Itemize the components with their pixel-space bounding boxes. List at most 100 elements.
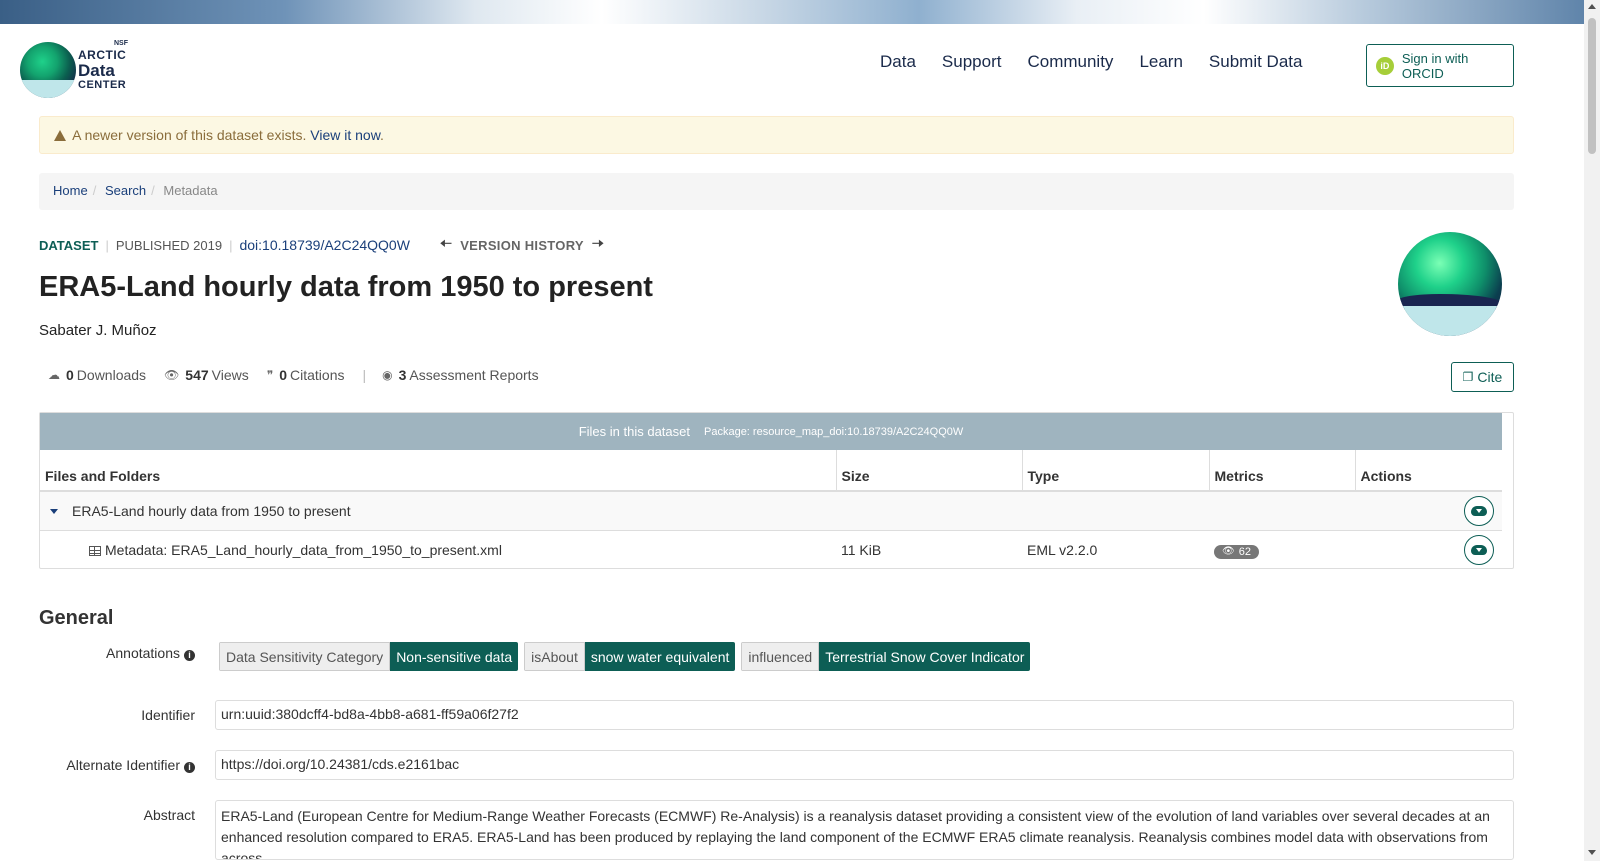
abstract-text: ERA5-Land (European Centre for Medium-Ra…	[215, 800, 1514, 860]
files-heading: Files in this dataset	[578, 424, 690, 439]
file-views-badge: 👁 62	[1214, 544, 1259, 559]
cite-button-label: Cite	[1477, 369, 1503, 385]
doi-link[interactable]: doi:10.18739/A2C24QQ0W	[239, 237, 409, 253]
previous-version-icon[interactable]: 🠠	[440, 233, 452, 257]
column-type: Type	[1022, 450, 1210, 492]
version-history: 🠠 VERSION HISTORY 🠢	[432, 233, 612, 257]
downloads-label: Downloads	[76, 367, 147, 383]
alternate-identifier-label: Alternate Identifier i	[66, 757, 195, 773]
breadcrumb-search[interactable]: Search	[105, 183, 146, 198]
views-count: 547	[185, 367, 209, 383]
nav-submit-data[interactable]: Submit Data	[1209, 52, 1303, 72]
dataset-title: ERA5-Land hourly data from 1950 to prese…	[39, 271, 653, 303]
quote-icon: ❞	[266, 368, 274, 382]
annotations-list: Data Sensitivity Category Non-sensitive …	[219, 642, 1036, 671]
dataset-badge-icon	[1398, 232, 1502, 336]
logo-emblem-icon	[20, 42, 76, 98]
annotation-pill[interactable]: Data Sensitivity Category Non-sensitive …	[219, 642, 519, 671]
scroll-up-icon[interactable]	[1588, 4, 1596, 9]
download-file-button[interactable]	[1464, 534, 1494, 565]
nav-community[interactable]: Community	[1027, 52, 1113, 72]
file-row[interactable]: Metadata: ERA5_Land_hourly_data_from_195…	[40, 529, 1502, 569]
nav-data[interactable]: Data	[880, 52, 916, 72]
column-actions: Actions	[1355, 450, 1502, 492]
alert-period: .	[380, 127, 384, 143]
package-id: Package: resource_map_doi:10.18739/A2C24…	[704, 425, 964, 438]
assessment-reports-metric[interactable]: ◉ 3 Assessment Reports	[382, 367, 538, 383]
dataset-meta-line: DATASET | PUBLISHED 2019 | doi:10.18739/…	[39, 233, 612, 257]
column-metrics: Metrics	[1209, 450, 1356, 492]
info-icon[interactable]: i	[184, 762, 195, 773]
annotations-label-text: Annotations	[106, 645, 180, 661]
annotation-key[interactable]: Data Sensitivity Category	[219, 642, 391, 671]
alternate-identifier-value: https://doi.org/10.24381/cds.e2161bac	[215, 750, 1514, 780]
downloads-metric[interactable]: ☁ 0 Downloads	[48, 367, 146, 383]
file-name[interactable]: Metadata: ERA5_Land_hourly_data_from_195…	[105, 542, 502, 558]
citations-metric[interactable]: ❞ 0 Citations	[267, 367, 345, 383]
annotation-pill[interactable]: isAbout snow water equivalent	[524, 642, 736, 671]
breadcrumb: Home / Search / Metadata	[39, 173, 1514, 210]
nav-learn[interactable]: Learn	[1139, 52, 1182, 72]
next-version-icon[interactable]: 🠢	[592, 233, 604, 257]
site-header: NSF ARCTIC Data CENTER Data Support Comm…	[0, 24, 1584, 110]
annotation-value[interactable]: Terrestrial Snow Cover Indicator	[819, 642, 1031, 671]
annotation-value[interactable]: Non-sensitive data	[390, 642, 519, 671]
folder-name: ERA5-Land hourly data from 1950 to prese…	[72, 502, 351, 519]
scrollbar-thumb[interactable]	[1588, 18, 1596, 154]
file-views-count: 62	[1238, 545, 1251, 558]
header-banner-image	[0, 0, 1584, 24]
breadcrumb-current: Metadata	[163, 183, 218, 198]
files-table: Files and Folders Size Type Metrics Acti…	[40, 450, 1502, 569]
annotations-label: Annotations i	[106, 645, 195, 661]
alternate-identifier-label-text: Alternate Identifier	[66, 757, 180, 773]
page-scrollbar[interactable]	[1584, 0, 1600, 861]
column-files-and-folders: Files and Folders	[40, 450, 837, 492]
views-label: Views	[211, 367, 249, 383]
downloads-count: 0	[66, 367, 74, 383]
logo-line-2: Data	[78, 61, 115, 80]
nav-support[interactable]: Support	[942, 52, 1002, 72]
copy-icon: ❐	[1462, 370, 1474, 384]
logo-line-3: CENTER	[78, 79, 127, 91]
folder-row[interactable]: ERA5-Land hourly data from 1950 to prese…	[40, 490, 1502, 530]
file-type: EML v2.2.0	[1022, 529, 1209, 569]
view-newer-version-link[interactable]: View it now	[310, 127, 380, 143]
identifier-value: urn:uuid:380dcff4-bd8a-4bb8-a681-ff59a06…	[215, 700, 1514, 730]
newer-version-alert: A newer version of this dataset exists. …	[39, 116, 1514, 154]
sign-in-orcid-button[interactable]: iD Sign in with ORCID	[1366, 44, 1514, 87]
breadcrumb-home[interactable]: Home	[53, 183, 88, 198]
eye-icon: 👁	[164, 368, 180, 382]
dataset-metrics: ☁ 0 Downloads 👁 547 Views ❞ 0 Citations | ◉ 3 As…	[48, 367, 539, 383]
cloud-download-icon	[1471, 505, 1487, 516]
logo-nsf-text: NSF	[114, 40, 128, 47]
published-year: PUBLISHED 2019	[115, 237, 223, 253]
arctic-data-center-logo[interactable]: NSF ARCTIC Data CENTER	[18, 38, 130, 100]
annotation-key[interactable]: influenced	[741, 642, 820, 671]
citations-label: Citations	[290, 367, 345, 383]
alert-text: A newer version of this dataset exists.	[72, 127, 307, 143]
orcid-icon: iD	[1376, 56, 1394, 75]
main-nav: Data Support Community Learn Submit Data	[880, 52, 1328, 72]
dashboard-icon: ◉	[382, 368, 393, 382]
info-icon[interactable]: i	[184, 650, 195, 661]
annotation-pill[interactable]: influenced Terrestrial Snow Cover Indica…	[741, 642, 1031, 671]
cite-button[interactable]: ❐ Cite	[1451, 362, 1514, 392]
abstract-label: Abstract	[143, 807, 195, 823]
column-size: Size	[836, 450, 1023, 492]
download-folder-button[interactable]	[1464, 495, 1494, 526]
views-metric[interactable]: 👁 547 Views	[164, 367, 249, 383]
cloud-download-icon: ☁	[48, 368, 60, 382]
logo-wordmark: ARCTIC Data CENTER	[78, 48, 126, 93]
reports-count: 3	[398, 367, 407, 383]
annotation-key[interactable]: isAbout	[524, 642, 585, 671]
files-table-header: Files in this dataset Package: resource_…	[40, 413, 1502, 450]
eye-icon: 👁	[1222, 546, 1235, 557]
files-table-panel: Files in this dataset Package: resource_…	[39, 412, 1514, 569]
scroll-down-icon[interactable]	[1588, 850, 1596, 855]
general-section-heading: General	[39, 607, 114, 629]
annotation-value[interactable]: snow water equivalent	[584, 642, 736, 671]
file-size: 11 KiB	[836, 529, 1022, 569]
cloud-download-icon	[1471, 544, 1487, 555]
version-history-label: VERSION HISTORY	[460, 237, 584, 253]
caret-down-icon[interactable]	[50, 508, 58, 514]
